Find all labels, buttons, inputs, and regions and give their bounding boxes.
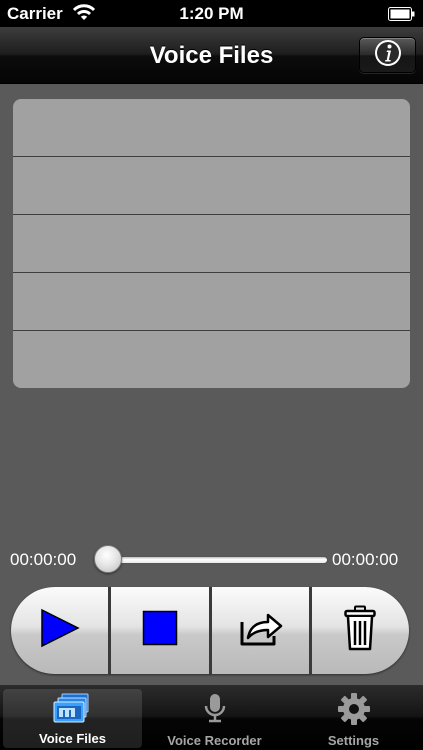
tab-label: Voice Files xyxy=(39,731,106,746)
play-button[interactable] xyxy=(11,587,112,674)
navigation-bar: Voice Files xyxy=(0,27,423,84)
elapsed-time: 00:00:00 xyxy=(10,550,77,569)
trash-icon xyxy=(344,605,377,656)
info-icon xyxy=(373,38,403,73)
share-button[interactable] xyxy=(211,587,312,674)
stop-icon xyxy=(142,610,178,651)
voice-files-icon xyxy=(53,693,93,728)
tab-voice-recorder[interactable]: Voice Recorder xyxy=(145,685,284,750)
progress-slider-track[interactable] xyxy=(102,556,328,564)
progress-slider-thumb[interactable] xyxy=(94,545,122,573)
total-time: 00:00:00 xyxy=(332,550,399,569)
info-button[interactable] xyxy=(359,37,416,73)
list-item[interactable] xyxy=(13,157,410,215)
list-item[interactable] xyxy=(13,215,410,273)
tab-settings[interactable]: Settings xyxy=(284,685,423,750)
voice-file-list xyxy=(13,99,410,388)
gear-icon xyxy=(337,693,370,730)
playback-controls xyxy=(11,587,409,674)
tab-label: Voice Recorder xyxy=(167,733,262,748)
status-time: 1:20 PM xyxy=(179,4,244,23)
tab-voice-files[interactable]: Voice Files xyxy=(3,689,142,748)
list-item[interactable] xyxy=(13,99,410,157)
tab-bar: Voice Files Voice Recorder Settings xyxy=(0,685,423,750)
microphone-icon xyxy=(200,693,230,728)
battery-icon xyxy=(388,6,415,26)
status-bar: Carrier 1:20 PM xyxy=(0,0,423,27)
list-item[interactable] xyxy=(13,331,410,388)
play-icon xyxy=(38,606,82,655)
share-icon xyxy=(236,608,284,653)
tab-label: Settings xyxy=(327,733,380,748)
list-item[interactable] xyxy=(13,273,410,331)
stop-button[interactable] xyxy=(111,587,212,674)
delete-button[interactable] xyxy=(311,587,409,674)
